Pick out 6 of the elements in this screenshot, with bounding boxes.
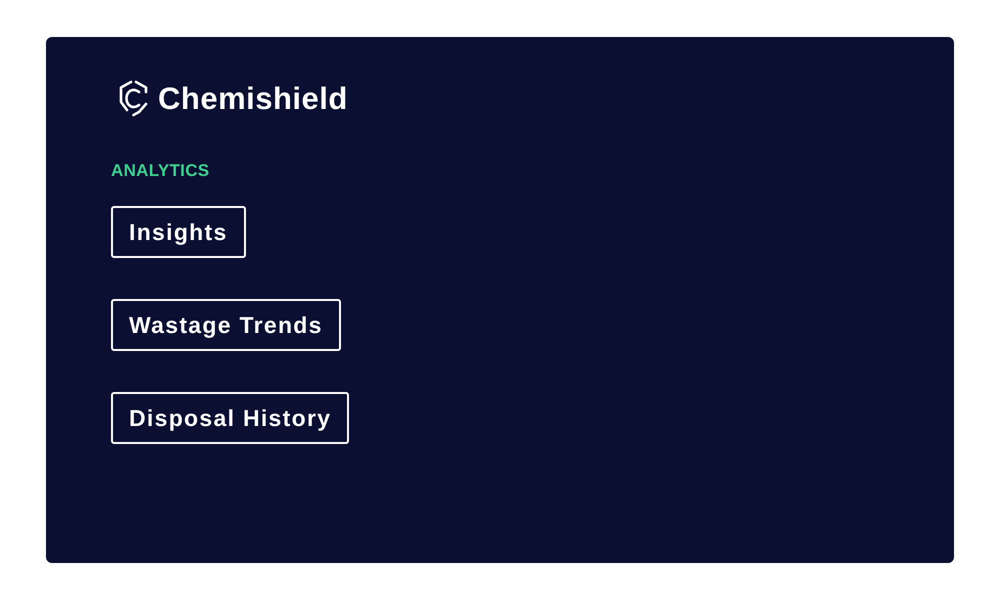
nav-button[interactable]: Insights — [111, 206, 246, 258]
nav-button[interactable]: Disposal History — [111, 392, 350, 444]
shield-logo-icon — [118, 80, 149, 117]
nav-button[interactable]: Wastage Trends — [111, 299, 341, 351]
brand-name: Chemishield — [158, 83, 348, 114]
section-heading: ANALYTICS — [111, 161, 210, 180]
